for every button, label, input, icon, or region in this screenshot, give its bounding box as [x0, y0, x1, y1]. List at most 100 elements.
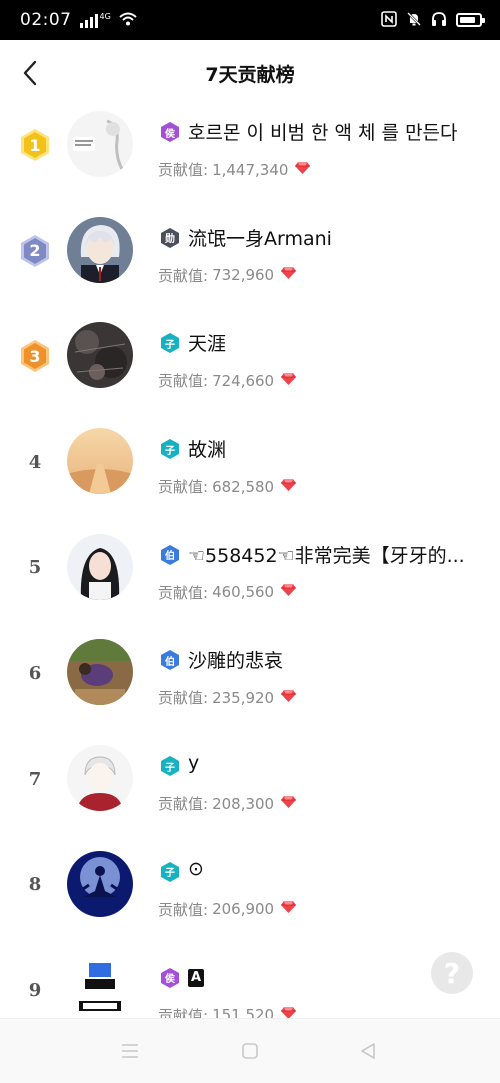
- home-icon[interactable]: [239, 1041, 261, 1061]
- rank-number: 7: [28, 768, 42, 790]
- status-bar: 02:07 4G: [0, 0, 500, 40]
- user-name[interactable]: A: [188, 964, 205, 987]
- contribution-value: 贡献值: 235,920: [158, 687, 297, 708]
- contribution-number: 206,900: [212, 900, 275, 919]
- contribution-label: 贡献值:: [158, 1006, 209, 1019]
- level-badge-text: 侯: [165, 128, 175, 140]
- contribution-label: 贡献值:: [158, 161, 209, 179]
- rank-number: 2: [29, 241, 41, 261]
- level-badge-text: 子: [165, 868, 175, 880]
- list-item[interactable]: 6 伯 沙雕的悲哀贡献值: 235,920: [0, 639, 500, 752]
- mute-icon: [406, 11, 422, 30]
- user-name-text: 故渊: [188, 439, 227, 462]
- contribution-value: 贡献值: 208,300: [158, 793, 297, 814]
- contribution-value: 贡献值: 206,900: [158, 899, 297, 920]
- rank-plain-icon: 7: [18, 762, 52, 796]
- list-item[interactable]: 2 勋 流氓一身Armani 贡献值: 732,960: [0, 216, 500, 330]
- list-item[interactable]: 5 伯 ☜558452☜非常完美【牙牙的... 贡献值: 460,560: [0, 533, 500, 647]
- user-name[interactable]: 流氓一身Armani: [188, 224, 332, 251]
- contribution-value: 贡献值: 724,660: [158, 370, 297, 391]
- help-button[interactable]: ?: [431, 952, 473, 994]
- level-badge-icon: 勋: [160, 227, 180, 248]
- level-badge-text: 子: [165, 762, 175, 774]
- contribution-value: 贡献值: 151,520: [158, 1005, 297, 1019]
- avatar[interactable]: [67, 111, 133, 177]
- rank-plain-icon: 9: [18, 974, 52, 1008]
- signal-icon: [79, 12, 98, 28]
- diamond-icon: [280, 795, 297, 813]
- level-badge-icon: 子: [160, 861, 180, 882]
- level-badge-icon: 子: [160, 439, 180, 460]
- diamond-icon: [280, 266, 297, 284]
- list-item[interactable]: 7 子 y 贡献值: 208,300: [0, 745, 500, 858]
- contribution-label: 贡献值:: [158, 266, 209, 285]
- contribution-value: 贡献值: 460,560: [158, 582, 297, 603]
- rank-bronze-icon: 3: [18, 339, 52, 373]
- list-item[interactable]: 3 子 天涯贡献值: 724,660: [0, 322, 500, 435]
- rank-number: 9: [28, 980, 42, 1001]
- user-name[interactable]: 沙雕的悲哀: [188, 646, 283, 673]
- avatar[interactable]: [67, 639, 133, 706]
- network-type: 4G: [99, 11, 111, 21]
- contribution-number: 1,447,340: [212, 160, 289, 179]
- user-name[interactable]: 호르몬 이 비범 한 액 체 를 만든다: [188, 118, 458, 145]
- avatar[interactable]: [67, 850, 133, 917]
- back-icon[interactable]: [357, 1041, 379, 1061]
- rank-number: 1: [29, 135, 41, 155]
- contribution-number: 732,960: [212, 266, 275, 285]
- avatar[interactable]: [67, 428, 133, 495]
- system-nav-bar: [0, 1018, 500, 1083]
- avatar[interactable]: [67, 533, 133, 600]
- menu-icon[interactable]: [119, 1041, 141, 1061]
- user-name-text: 天涯: [188, 333, 227, 356]
- level-badge-icon: 侯: [160, 122, 180, 142]
- header: 7天贡献榜: [0, 40, 500, 108]
- rank-number: 6: [28, 662, 42, 684]
- avatar[interactable]: [67, 745, 133, 812]
- level-badge-text: 伯: [165, 656, 175, 668]
- contribution-label: 贡献值:: [158, 689, 209, 708]
- avatar[interactable]: [67, 956, 133, 1018]
- user-name[interactable]: ⊙: [188, 858, 204, 880]
- user-name[interactable]: ☜558452☜非常完美【牙牙的...: [188, 541, 465, 568]
- user-name-text: ⊙: [188, 857, 204, 880]
- contribution-number: 235,920: [212, 688, 275, 707]
- rank-number: 8: [28, 874, 42, 896]
- nfc-icon: [381, 10, 397, 30]
- level-badge-icon: 侯: [160, 967, 180, 988]
- contribution-number: 460,560: [212, 583, 275, 602]
- level-badge-icon: 伯: [160, 544, 180, 565]
- contribution-label: 贡献值:: [158, 900, 209, 919]
- user-name-text: 호르몬 이 비범 한 액 체 를 만든다: [188, 122, 458, 144]
- contribution-number: 151,520: [212, 1006, 275, 1018]
- list-item[interactable]: 1 侯 호르몬 이 비범 한 액 체 를 만든다 贡献值: 1,447,340: [0, 111, 500, 224]
- level-badge-text: 子: [165, 339, 175, 351]
- rank-number: 3: [29, 346, 41, 366]
- level-badge-text: 侯: [165, 974, 175, 985]
- user-name-text: y: [188, 752, 200, 775]
- rank-number: 4: [28, 451, 42, 473]
- list-item[interactable]: 9 侯 A 贡献值: 151,520: [0, 956, 500, 1019]
- list-item[interactable]: 4 子 故渊贡献值: 682,580: [0, 428, 500, 541]
- user-name[interactable]: 天涯: [188, 329, 226, 356]
- contribution-number: 682,580: [212, 477, 275, 496]
- contribution-number: 724,660: [212, 371, 275, 390]
- avatar[interactable]: [67, 216, 133, 283]
- user-name-text: 流氓一身Armani: [188, 227, 332, 250]
- rank-silver-icon: 2: [18, 234, 52, 268]
- diamond-icon: [280, 583, 297, 601]
- rank-plain-icon: 4: [18, 445, 52, 479]
- user-name[interactable]: y: [188, 752, 199, 774]
- user-name-text: ☜558452☜非常完美【牙牙的...: [188, 544, 465, 567]
- level-badge-icon: 子: [160, 333, 180, 354]
- contribution-value: 贡献值: 682,580: [158, 476, 297, 497]
- status-time: 02:07: [20, 10, 72, 30]
- user-name[interactable]: 故渊: [188, 435, 226, 462]
- page-title: 7天贡献榜: [205, 64, 295, 86]
- avatar[interactable]: [67, 322, 133, 389]
- diamond-icon: [280, 900, 297, 918]
- diamond-icon: [280, 1006, 297, 1018]
- list-item[interactable]: 8 子 ⊙ 贡献值: 206,900: [0, 850, 500, 964]
- contribution-label: 贡献值:: [158, 478, 209, 497]
- rank-plain-icon: 8: [18, 868, 52, 902]
